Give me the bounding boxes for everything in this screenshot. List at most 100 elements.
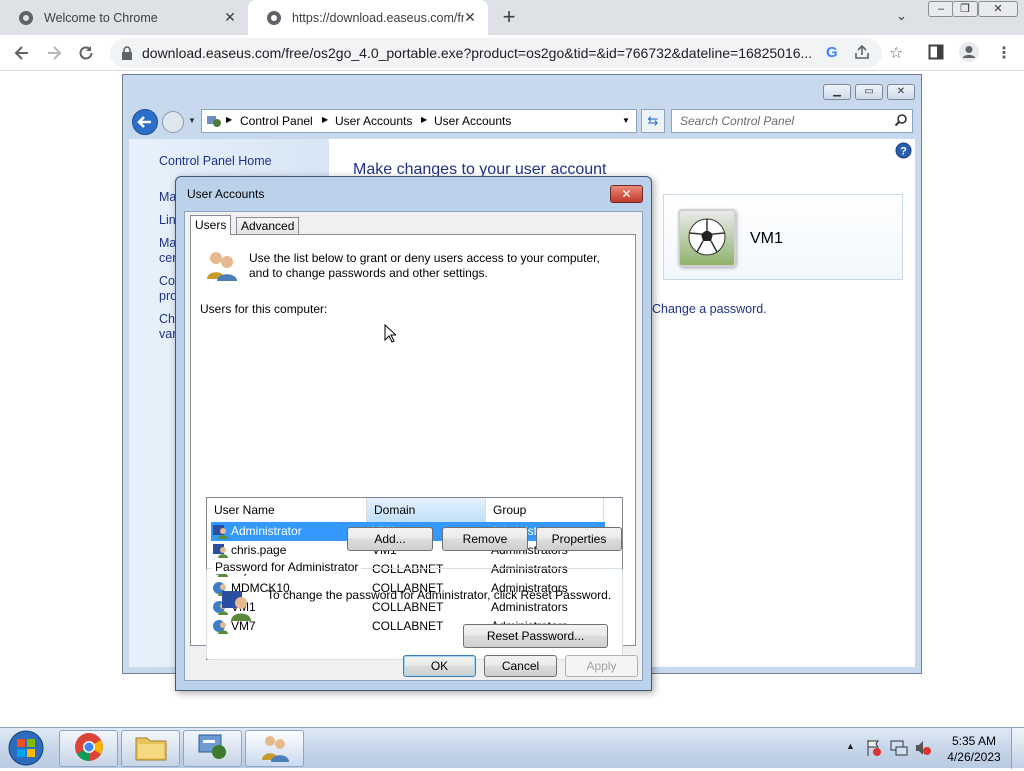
chrome-icon (74, 732, 104, 765)
dialog-body: Users Advanced Use the list below to gra… (184, 211, 643, 681)
show-desktop-button[interactable] (1011, 728, 1024, 769)
tab-search-chevron-icon[interactable]: ⌄ (896, 8, 907, 24)
minimize-button[interactable]: – (928, 1, 954, 17)
help-icon[interactable]: ? (895, 142, 912, 162)
close-tab-icon[interactable]: ✕ (222, 9, 238, 25)
reset-password-button[interactable]: Reset Password... (463, 624, 608, 648)
cp-maximize-button[interactable]: ▭ (855, 84, 883, 100)
tab-welcome-to-chrome[interactable]: Welcome to Chrome ✕ (0, 0, 248, 35)
forward-arrow-icon[interactable] (42, 41, 66, 65)
url-text: download.easeus.com/free/os2go_4.0_porta… (142, 45, 813, 61)
window-controls: ▁ ▭ ✕ (819, 83, 915, 100)
left-nav-partial[interactable]: Lin (159, 213, 176, 227)
left-nav-partial[interactable]: Ma (159, 236, 176, 250)
control-panel-home-link[interactable]: Control Panel Home (159, 154, 272, 168)
user-icon (213, 543, 229, 558)
users-group-icon (205, 249, 239, 284)
column-header-domain[interactable]: Domain (367, 498, 486, 522)
forward-button-icon[interactable] (161, 110, 185, 137)
search-icon[interactable] (894, 113, 908, 130)
soccer-ball-avatar-icon (678, 209, 736, 267)
taskbar-user-accounts[interactable] (245, 730, 304, 767)
tab-users[interactable]: Users (190, 215, 232, 235)
folder-icon (135, 733, 167, 764)
action-center-flag-icon[interactable] (866, 739, 882, 760)
cp-close-button[interactable]: ✕ (887, 84, 915, 100)
left-nav-partial[interactable]: Co (159, 274, 175, 288)
google-icon[interactable]: G (826, 44, 838, 61)
taskbar-control-panel[interactable] (183, 730, 242, 767)
tab-title: Welcome to Chrome (44, 10, 158, 25)
intro-text: Use the list below to grant or deny user… (249, 251, 600, 265)
svg-text:?: ? (900, 146, 907, 158)
change-password-link[interactable]: Change a password. (652, 302, 767, 316)
side-panel-icon[interactable] (928, 44, 944, 63)
kebab-menu-icon[interactable]: ⋮ (996, 43, 1012, 63)
password-help-text: To change the password for Administrator… (267, 588, 612, 602)
recent-pages-chevron-icon[interactable]: ▼ (188, 116, 196, 125)
close-window-button[interactable]: ✕ (978, 1, 1018, 17)
left-nav-partial[interactable]: cer (159, 251, 176, 265)
restore-button[interactable]: ❐ (952, 1, 978, 17)
password-group-title: Password for Administrator (212, 560, 362, 574)
left-nav-partial[interactable]: Ch (159, 312, 175, 326)
control-panel-icon (197, 732, 229, 765)
remove-user-button[interactable]: Remove (442, 527, 528, 551)
search-placeholder: Search Control Panel (680, 114, 795, 128)
user-password-icon (221, 589, 253, 624)
system-clock[interactable]: 5:35 AM 4/26/2023 (944, 733, 1004, 765)
user-icon (213, 524, 229, 539)
breadcrumb-arrow-icon[interactable]: ▶ (226, 115, 232, 124)
refresh-icon[interactable]: ⇆ (641, 109, 665, 133)
breadcrumb-arrow-icon[interactable]: ▶ (322, 115, 328, 124)
left-nav-partial[interactable]: var (159, 327, 176, 341)
dialog-title: User Accounts (187, 187, 265, 201)
bookmark-star-icon[interactable]: ☆ (889, 43, 903, 63)
address-bar[interactable]: download.easeus.com/free/os2go_4.0_porta… (110, 38, 882, 68)
breadcrumb-arrow-icon[interactable]: ▶ (421, 115, 427, 124)
user-accounts-dialog: User Accounts ✕ Users Advanced Use the l… (175, 176, 652, 691)
profile-avatar-icon[interactable] (958, 41, 980, 66)
start-button-icon[interactable] (4, 728, 48, 771)
column-header-group[interactable]: Group (486, 498, 604, 522)
share-icon[interactable] (854, 44, 870, 63)
address-dropdown-icon[interactable]: ▼ (622, 116, 630, 125)
new-tab-button[interactable]: + (497, 5, 521, 29)
back-button-icon[interactable] (131, 108, 159, 139)
browser-tab-strip: Welcome to Chrome ✕ https://download.eas… (0, 0, 1024, 35)
account-name: VM1 (750, 230, 783, 247)
volume-muted-icon[interactable] (914, 739, 932, 760)
clock-time: 5:35 AM (951, 734, 997, 748)
show-hidden-icons-icon[interactable]: ▲ (846, 741, 855, 751)
taskbar-chrome[interactable] (59, 730, 118, 767)
column-header-user-name[interactable]: User Name (207, 498, 367, 522)
cancel-button[interactable]: Cancel (484, 655, 557, 677)
dialog-close-button[interactable]: ✕ (610, 185, 643, 203)
cp-minimize-button[interactable]: ▁ (823, 84, 851, 100)
tab-download-easeus[interactable]: https://download.easeus.com/free/os2go_4… (248, 0, 488, 35)
browser-toolbar: download.easeus.com/free/os2go_4.0_porta… (0, 35, 1024, 71)
add-user-button[interactable]: Add... (347, 527, 433, 551)
close-tab-icon[interactable]: ✕ (462, 9, 478, 25)
ok-button[interactable]: OK (403, 655, 476, 677)
users-list-label: Users for this computer: (200, 302, 328, 316)
user-name-cell: Administrator (231, 524, 302, 538)
tab-advanced[interactable]: Advanced (236, 217, 300, 235)
intro-text: and to change passwords and other settin… (249, 266, 488, 280)
back-arrow-icon[interactable] (10, 41, 34, 65)
properties-button[interactable]: Properties (536, 527, 622, 551)
taskbar-file-explorer[interactable] (121, 730, 180, 767)
windows-taskbar: ▲ 5:35 AM 4/26/2023 (0, 727, 1024, 771)
chrome-favicon-icon (18, 10, 34, 26)
left-nav-partial[interactable]: Ma (159, 190, 176, 204)
reload-icon[interactable] (74, 41, 98, 65)
lock-icon[interactable] (121, 46, 133, 63)
network-icon[interactable] (890, 739, 908, 760)
breadcrumb-user-accounts[interactable]: User Accounts (335, 114, 412, 128)
breadcrumb-user-accounts-current[interactable]: User Accounts (434, 114, 511, 128)
user-name-cell: chris.page (231, 543, 287, 557)
search-control-panel-input[interactable]: Search Control Panel (671, 109, 913, 133)
breadcrumb-control-panel[interactable]: Control Panel (240, 114, 313, 128)
apply-button[interactable]: Apply (565, 655, 638, 677)
cp-address-bar[interactable]: ▶ Control Panel ▶ User Accounts ▶ User A… (201, 109, 637, 133)
